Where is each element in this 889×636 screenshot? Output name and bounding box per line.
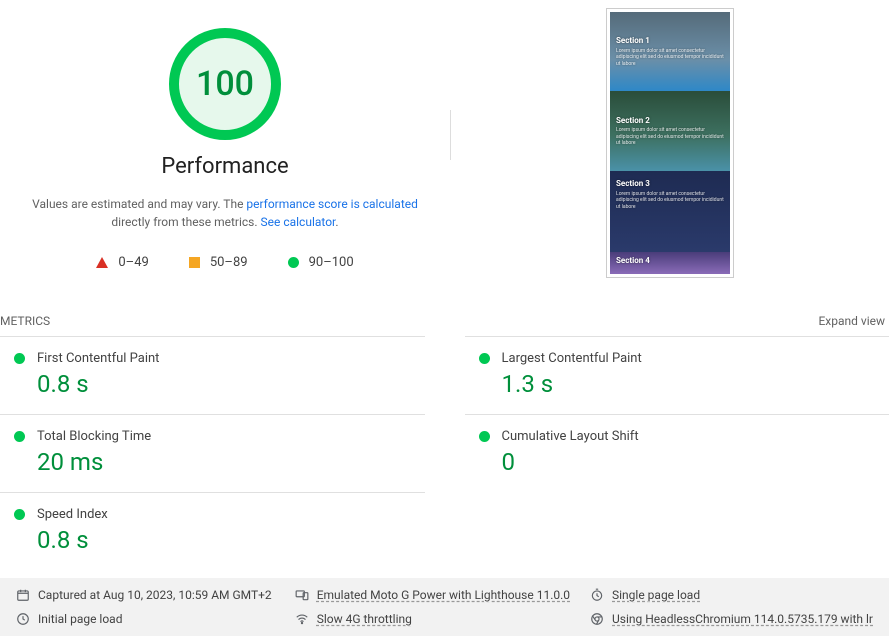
metrics-heading: METRICS	[0, 314, 50, 328]
initial-page-load: Initial page load	[16, 612, 275, 626]
metric-fcp[interactable]: First Contentful Paint 0.8 s	[0, 336, 425, 414]
legend-average: 50–89	[189, 255, 248, 270]
disclaimer-text: Values are estimated and may vary. The p…	[25, 195, 425, 231]
metric-label: Speed Index	[37, 507, 108, 522]
see-calculator-link[interactable]: See calculator	[261, 215, 336, 229]
thumb-section-1: Section 1 Lorem ipsum dolor sit amet con…	[610, 12, 730, 91]
metric-cls[interactable]: Cumulative Layout Shift 0	[465, 414, 889, 492]
run-settings-footer: Captured at Aug 10, 2023, 10:59 AM GMT+2…	[0, 578, 889, 636]
thumb-section-2: Section 2 Lorem ipsum dolor sit amet con…	[610, 91, 730, 170]
metric-value: 0	[479, 448, 882, 476]
pass-dot-icon	[14, 509, 25, 520]
metric-value: 0.8 s	[14, 526, 417, 554]
throttling: Slow 4G throttling	[295, 612, 570, 626]
metric-label: First Contentful Paint	[37, 351, 159, 366]
captured-at: Captured at Aug 10, 2023, 10:59 AM GMT+2	[16, 588, 275, 602]
metric-label: Cumulative Layout Shift	[502, 429, 639, 444]
pass-dot-icon	[479, 431, 490, 442]
metric-label: Total Blocking Time	[37, 429, 151, 444]
pass-dot-icon	[479, 353, 490, 364]
legend-pass: 90–100	[288, 255, 354, 270]
metric-si[interactable]: Speed Index 0.8 s	[0, 492, 425, 570]
chrome-icon	[590, 612, 604, 626]
metric-label: Largest Contentful Paint	[502, 351, 642, 366]
timer-icon	[590, 588, 604, 602]
thumb-section-3: Section 3 Lorem ipsum dolor sit amet con…	[610, 171, 730, 252]
devices-icon	[295, 588, 309, 602]
performance-score-value: 100	[196, 64, 254, 104]
metric-tbt[interactable]: Total Blocking Time 20 ms	[0, 414, 425, 492]
single-page-load: Single page load	[590, 588, 873, 602]
expand-view-button[interactable]: Expand view	[818, 314, 885, 328]
legend-fail: 0–49	[96, 255, 148, 270]
page-screenshot-thumbnail[interactable]: Section 1 Lorem ipsum dolor sit amet con…	[606, 8, 734, 278]
square-icon	[189, 257, 200, 268]
wifi-icon	[295, 612, 309, 626]
thumb-section-4: Section 4	[610, 252, 730, 274]
circle-icon	[288, 257, 299, 268]
emulated-device: Emulated Moto G Power with Lighthouse 11…	[295, 588, 570, 602]
calendar-icon	[16, 588, 30, 602]
clock-icon	[16, 612, 30, 626]
metric-value: 1.3 s	[479, 370, 882, 398]
metric-value: 20 ms	[14, 448, 417, 476]
performance-title: Performance	[161, 154, 288, 179]
pass-dot-icon	[14, 353, 25, 364]
triangle-icon	[96, 257, 108, 268]
metric-lcp[interactable]: Largest Contentful Paint 1.3 s	[465, 336, 889, 414]
score-legend: 0–49 50–89 90–100	[96, 255, 353, 270]
pass-dot-icon	[14, 431, 25, 442]
performance-score-gauge[interactable]: 100	[169, 28, 281, 140]
calc-link[interactable]: performance score is calculated	[246, 197, 417, 211]
metric-value: 0.8 s	[14, 370, 417, 398]
browser-version: Using HeadlessChromium 114.0.5735.179 wi…	[590, 612, 873, 626]
